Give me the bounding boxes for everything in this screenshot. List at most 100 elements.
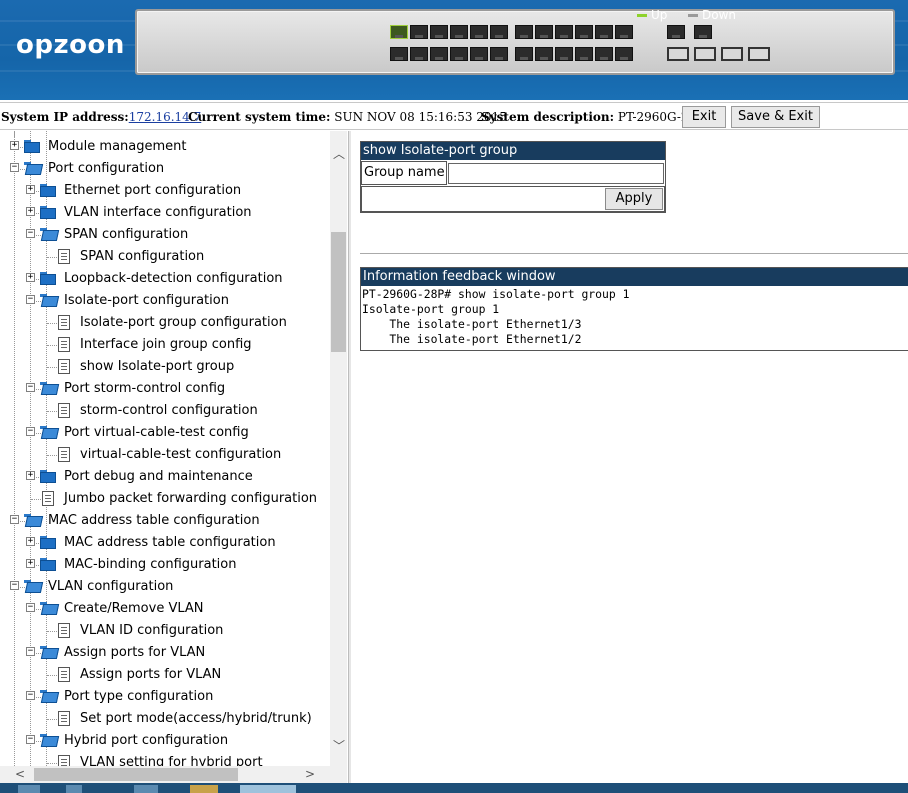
tree-item-label: VLAN ID configuration xyxy=(80,623,224,638)
tree-item[interactable]: virtual-cable-test configuration xyxy=(0,444,330,466)
ethernet-port-icon xyxy=(470,25,488,39)
tree-item[interactable]: Set port mode(access/hybrid/trunk) xyxy=(0,708,330,730)
collapse-icon[interactable]: − xyxy=(10,515,19,524)
system-info-bar: System IP address:172.16.14.7 Current sy… xyxy=(0,102,908,130)
tree-item[interactable]: + Ethernet port configuration xyxy=(0,180,330,202)
tree-item[interactable]: + MAC address table configuration xyxy=(0,532,330,554)
collapse-icon[interactable]: − xyxy=(26,427,35,436)
tree-item[interactable]: − Assign ports for VLAN xyxy=(0,642,330,664)
ethernet-port-icon xyxy=(595,47,613,61)
tree-item[interactable]: − MAC address table configuration xyxy=(0,510,330,532)
taskbar-button[interactable] xyxy=(18,785,40,793)
tree-connector xyxy=(47,411,57,412)
tree-item[interactable]: Interface join group config xyxy=(0,334,330,356)
tree-item[interactable]: Assign ports for VLAN xyxy=(0,664,330,686)
tree-item[interactable]: + Loopback-detection configuration xyxy=(0,268,330,290)
tree-horizontal-scroll-thumb[interactable] xyxy=(34,768,238,781)
pane-divider[interactable] xyxy=(348,131,351,783)
tree-item[interactable]: Jumbo packet forwarding configuration xyxy=(0,488,330,510)
sfp-port-icon xyxy=(694,47,716,61)
document-icon xyxy=(58,403,70,418)
tree-item-label: VLAN setting for hybrid port xyxy=(80,755,263,766)
tree-item[interactable]: + VLAN interface configuration xyxy=(0,202,330,224)
group-name-input[interactable] xyxy=(448,163,664,184)
tree-connector xyxy=(31,499,41,500)
ethernet-port-icon xyxy=(410,25,428,39)
expand-icon[interactable]: + xyxy=(26,185,35,194)
tree-item[interactable]: VLAN setting for hybrid port xyxy=(0,752,330,766)
tree-item[interactable]: + MAC-binding configuration xyxy=(0,554,330,576)
scroll-left-icon[interactable]: < xyxy=(15,767,25,781)
tree-item[interactable]: − Port type configuration xyxy=(0,686,330,708)
expand-icon[interactable]: + xyxy=(10,141,19,150)
tree-item[interactable]: storm-control configuration xyxy=(0,400,330,422)
collapse-icon[interactable]: − xyxy=(26,295,35,304)
scroll-down-icon[interactable]: ﹀ xyxy=(333,737,345,754)
taskbar-button[interactable] xyxy=(66,785,82,793)
tree-item-label: Port configuration xyxy=(48,161,165,176)
collapse-icon[interactable]: − xyxy=(26,383,35,392)
tree-item-label: storm-control configuration xyxy=(80,403,258,418)
ethernet-port-icon xyxy=(390,47,408,61)
apply-button[interactable]: Apply xyxy=(605,188,663,210)
taskbar-button[interactable] xyxy=(134,785,158,793)
ethernet-port-icon xyxy=(430,47,448,61)
tree-item-label: Port debug and maintenance xyxy=(64,469,253,484)
expand-icon[interactable]: + xyxy=(26,471,35,480)
taskbar-button[interactable] xyxy=(240,785,296,793)
scroll-right-icon[interactable]: > xyxy=(305,767,315,781)
collapse-icon[interactable]: − xyxy=(26,647,35,656)
expand-icon[interactable]: + xyxy=(26,559,35,568)
collapse-icon[interactable]: − xyxy=(10,581,19,590)
collapse-icon[interactable]: − xyxy=(26,691,35,700)
document-icon xyxy=(58,337,70,352)
tree-item-label: VLAN interface configuration xyxy=(64,205,252,220)
exit-button[interactable]: Exit xyxy=(682,106,726,128)
system-ip: System IP address:172.16.14.7 xyxy=(1,110,201,124)
tree-vertical-scrollbar[interactable] xyxy=(330,131,347,766)
tree-connector xyxy=(47,257,57,258)
folder-icon xyxy=(40,470,56,483)
collapse-icon[interactable]: − xyxy=(26,603,35,612)
tree-item[interactable]: − Hybrid port configuration xyxy=(0,730,330,752)
folder-open-icon xyxy=(40,228,60,241)
tree-item[interactable]: + Module management xyxy=(0,136,330,158)
folder-open-icon xyxy=(40,734,60,747)
tree-item[interactable]: − SPAN configuration xyxy=(0,224,330,246)
tree-item[interactable]: + Port debug and maintenance xyxy=(0,466,330,488)
collapse-icon[interactable]: − xyxy=(26,735,35,744)
expand-icon[interactable]: + xyxy=(26,273,35,282)
tree-item[interactable]: Isolate-port group configuration xyxy=(0,312,330,334)
scroll-up-icon[interactable]: ︿ xyxy=(333,145,345,162)
ethernet-port-icon xyxy=(410,47,428,61)
ethernet-port-icon xyxy=(615,47,633,61)
tree-item-label: Module management xyxy=(48,139,187,154)
tree-item[interactable]: − VLAN configuration xyxy=(0,576,330,598)
save-exit-button[interactable]: Save & Exit xyxy=(731,106,820,128)
tree-item[interactable]: − Port virtual-cable-test config xyxy=(0,422,330,444)
ethernet-port-icon xyxy=(430,25,448,39)
system-time: Current system time: SUN NOV 08 15:16:53… xyxy=(188,110,507,124)
document-icon xyxy=(58,711,70,726)
sfp-port-icon xyxy=(748,47,770,61)
expand-icon[interactable]: + xyxy=(26,537,35,546)
tree-item-label: Hybrid port configuration xyxy=(64,733,229,748)
tree-connector xyxy=(47,455,57,456)
taskbar-button[interactable] xyxy=(190,785,218,793)
tree-vertical-scroll-thumb[interactable] xyxy=(331,232,346,352)
tree-item[interactable]: − Port storm-control config xyxy=(0,378,330,400)
collapse-icon[interactable]: − xyxy=(10,163,19,172)
tree-item[interactable]: − Isolate-port configuration xyxy=(0,290,330,312)
sfp-port-icon xyxy=(667,47,689,61)
tree-item[interactable]: VLAN ID configuration xyxy=(0,620,330,642)
system-description-label: System description: xyxy=(481,110,615,124)
tree-item[interactable]: show Isolate-port group xyxy=(0,356,330,378)
ethernet-port-icon xyxy=(535,47,553,61)
expand-icon[interactable]: + xyxy=(26,207,35,216)
tree-item[interactable]: SPAN configuration xyxy=(0,246,330,268)
tree-item-label: MAC-binding configuration xyxy=(64,557,237,572)
collapse-icon[interactable]: − xyxy=(26,229,35,238)
tree-item-label: Create/Remove VLAN xyxy=(64,601,204,616)
tree-item[interactable]: − Port configuration xyxy=(0,158,330,180)
tree-item[interactable]: − Create/Remove VLAN xyxy=(0,598,330,620)
